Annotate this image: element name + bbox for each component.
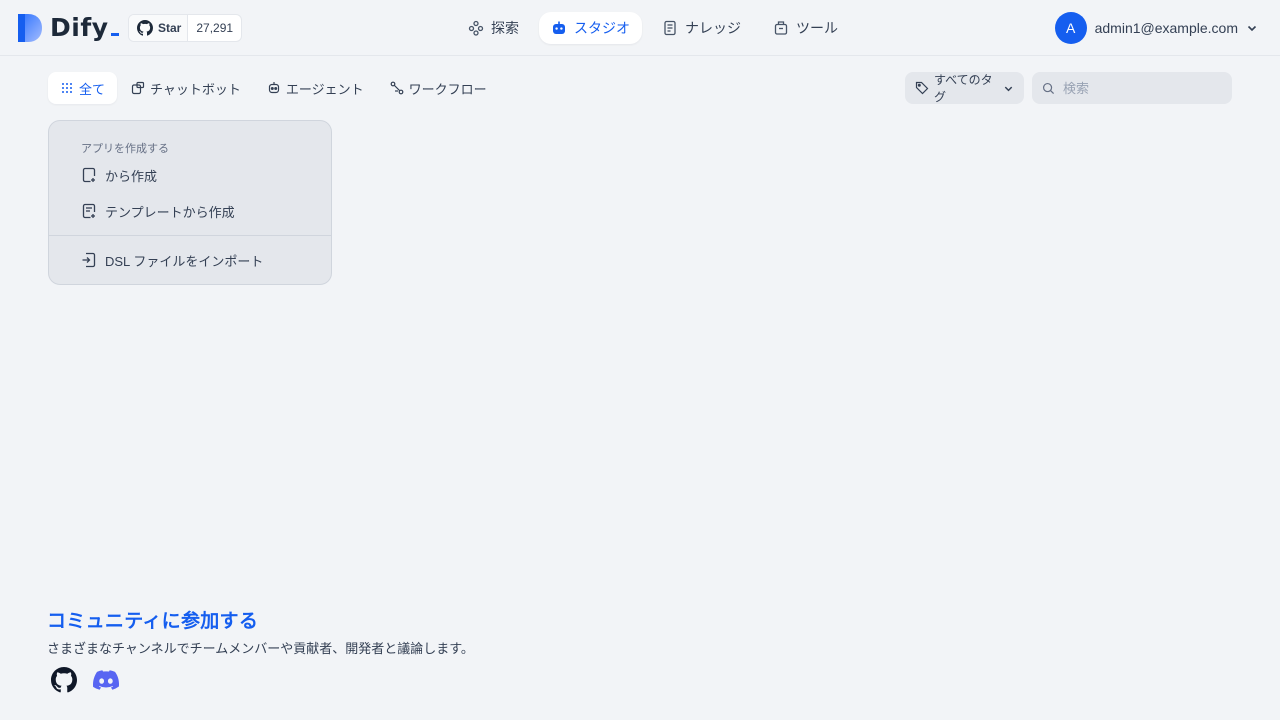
github-star-count: 27,291 bbox=[196, 21, 234, 35]
community-title: コミュニティに参加する bbox=[47, 611, 259, 632]
tab-agent-label: エージェント bbox=[285, 81, 364, 97]
search-icon bbox=[1042, 82, 1055, 95]
file-template-icon bbox=[81, 203, 97, 219]
community-section: コミュニティに参加する さまざまなチャンネルでチームメンバーや貢献者、開発者と議… bbox=[47, 606, 474, 657]
explore-icon bbox=[468, 20, 484, 36]
nav-explore-label: 探索 bbox=[491, 20, 519, 36]
discord-icon[interactable] bbox=[92, 666, 120, 694]
user-menu[interactable]: A admin1@example.com bbox=[1054, 12, 1258, 44]
github-star-label: Star bbox=[129, 15, 189, 41]
social-links bbox=[50, 666, 120, 694]
robot-icon bbox=[551, 20, 567, 36]
chat-bot-icon bbox=[131, 81, 145, 95]
nav-knowledge-label: ナレッジ bbox=[685, 20, 741, 36]
create-from-template-button[interactable]: テンプレートから作成 bbox=[75, 197, 241, 225]
avatar: A bbox=[1054, 12, 1087, 44]
file-plus-icon bbox=[81, 167, 97, 183]
nav-explore[interactable]: 探索 bbox=[456, 12, 531, 44]
search-input[interactable] bbox=[1063, 80, 1223, 96]
github-icon bbox=[137, 20, 153, 36]
tab-all-label: 全て bbox=[79, 81, 106, 97]
community-description: さまざまなチャンネルでチームメンバーや貢献者、開発者と議論します。 bbox=[47, 641, 474, 656]
dify-logo[interactable]: Dify bbox=[18, 14, 119, 42]
tag-icon bbox=[915, 81, 929, 95]
logo-text: Dify bbox=[50, 14, 119, 42]
dify-logo-mark-icon bbox=[18, 14, 42, 42]
nav-knowledge[interactable]: ナレッジ bbox=[650, 12, 753, 44]
nav-studio-label: スタジオ bbox=[574, 20, 630, 36]
star-text: Star bbox=[158, 21, 182, 35]
search-box bbox=[1032, 72, 1232, 104]
file-import-icon bbox=[81, 252, 97, 268]
divider bbox=[49, 235, 331, 236]
nav-tools[interactable]: ツール bbox=[761, 12, 850, 44]
tab-all[interactable]: 全て bbox=[48, 72, 118, 104]
create-from-template-label: テンプレートから作成 bbox=[105, 204, 235, 220]
tag-filter-label: すべてのタグ bbox=[934, 73, 993, 104]
app-type-tabs: 全て チャットボット エージェント ワークフロー bbox=[48, 72, 499, 104]
tab-agent[interactable]: エージェント bbox=[255, 72, 376, 104]
main-nav: 探索 スタジオ ナレッジ ツール bbox=[456, 12, 850, 44]
chevron-down-icon bbox=[1003, 83, 1014, 94]
grid-dots-icon bbox=[60, 81, 74, 95]
import-dsl-label: DSL ファイルをインポート bbox=[105, 253, 264, 269]
create-from-blank-label: から作成 bbox=[105, 168, 158, 184]
tab-workflow-label: ワークフロー bbox=[408, 81, 487, 97]
github-icon[interactable] bbox=[50, 666, 78, 694]
tag-filter-dropdown[interactable]: すべてのタグ bbox=[905, 72, 1024, 104]
briefcase-icon bbox=[773, 20, 789, 36]
chevron-down-icon bbox=[1246, 22, 1258, 34]
agent-icon bbox=[267, 81, 281, 95]
book-icon bbox=[662, 20, 678, 36]
create-app-card: アプリを作成する から作成 テンプレートから作成 DSL ファイルをインポート bbox=[48, 120, 332, 285]
tab-chatbot-label: チャットボット bbox=[150, 81, 241, 97]
create-app-title: アプリを作成する bbox=[81, 143, 169, 155]
user-email: admin1@example.com bbox=[1094, 20, 1238, 36]
nav-studio[interactable]: スタジオ bbox=[539, 12, 642, 44]
create-from-blank-button[interactable]: から作成 bbox=[75, 161, 163, 189]
workflow-icon bbox=[390, 81, 404, 95]
import-dsl-button[interactable]: DSL ファイルをインポート bbox=[75, 246, 269, 274]
nav-tools-label: ツール bbox=[796, 20, 838, 36]
tab-chatbot[interactable]: チャットボット bbox=[119, 72, 253, 104]
tab-workflow[interactable]: ワークフロー bbox=[378, 72, 499, 104]
top-header: Dify Star 27,291 探索 スタジオ ナレッジ ツール A admi… bbox=[0, 0, 1280, 56]
github-star-button[interactable]: Star 27,291 bbox=[128, 14, 243, 42]
